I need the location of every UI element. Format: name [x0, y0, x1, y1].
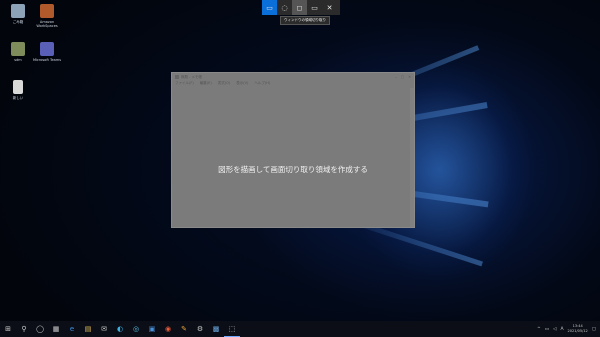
app-icon: ◉	[164, 325, 172, 333]
desktop-icon-recycle-bin[interactable]: ごみ箱	[3, 4, 33, 24]
folder-icon: ▤	[84, 325, 92, 333]
menu-edit[interactable]: 編集(E)	[200, 81, 212, 88]
freeform-snip-button[interactable]: ◌	[277, 0, 292, 15]
close-snip-button[interactable]: ✕	[322, 0, 337, 15]
taskbar-app[interactable]: ▩	[208, 321, 224, 337]
taskbar-search[interactable]: ⚲	[16, 321, 32, 337]
vertical-scrollbar[interactable]	[410, 88, 414, 227]
clock-date: 2021/05/12	[567, 329, 588, 333]
document-icon	[13, 80, 23, 94]
pen-icon: ✎	[181, 325, 187, 333]
taskbar: ⊞ ⚲ ◯ ▦ e ▤ ✉ ◐ ◎ ▣ ◉ ✎ ⚙ ▩ ⬚ ^ ▭ ◁ A 13…	[0, 321, 600, 337]
taskbar-app[interactable]: ◐	[112, 321, 128, 337]
taskbar-app[interactable]: ◎	[128, 321, 144, 337]
window-title: 無題 - メモ帳	[181, 74, 202, 79]
volume-icon[interactable]: ◁	[553, 327, 556, 332]
network-icon[interactable]: ▭	[545, 327, 549, 332]
desktop-icon-microsoft-teams[interactable]: Microsoft Teams	[32, 42, 62, 62]
menu-format[interactable]: 書式(O)	[218, 81, 231, 88]
task-view-icon: ▦	[52, 325, 60, 333]
desktop-icon-new-file[interactable]: 新しい	[3, 80, 33, 100]
snip-instruction: 図形を描画して画面切り取り領域を作成する	[218, 165, 368, 174]
menu-help[interactable]: ヘルプ(H)	[254, 81, 270, 88]
window-menubar: ファイル(F) 編集(E) 書式(O) 表示(V) ヘルプ(H)	[172, 81, 414, 88]
ime-indicator[interactable]: A	[560, 327, 563, 332]
close-window-icon[interactable]: ✕	[408, 75, 411, 79]
app-icon	[11, 42, 25, 56]
fullscreen-icon: ▭	[311, 3, 318, 12]
freeform-icon: ◌	[281, 3, 288, 12]
taskbar-edge[interactable]: e	[64, 321, 80, 337]
app-icon: ▣	[148, 325, 156, 333]
window-titlebar: 無題 - メモ帳 – □ ✕	[172, 73, 414, 81]
windows-icon: ⊞	[5, 325, 11, 333]
menu-view[interactable]: 表示(V)	[236, 81, 248, 88]
close-icon: ✕	[326, 3, 333, 12]
search-icon: ⚲	[21, 325, 27, 333]
notification-icon[interactable]: ▢	[592, 327, 596, 332]
desktop-icon-sdm[interactable]: sdm	[3, 42, 33, 62]
app-icon: ▩	[212, 325, 220, 333]
workspaces-icon	[40, 4, 54, 18]
mail-icon: ✉	[101, 325, 107, 333]
app-icon: ◎	[132, 325, 140, 333]
window-icon: ◻	[296, 3, 303, 12]
fullscreen-snip-button[interactable]: ▭	[307, 0, 322, 15]
taskbar-app[interactable]: ◉	[160, 321, 176, 337]
maximize-icon[interactable]: □	[401, 75, 404, 79]
start-button[interactable]: ⊞	[0, 321, 16, 337]
taskbar-explorer[interactable]: ▤	[80, 321, 96, 337]
system-tray: ^ ▭ ◁ A 13:44 2021/05/12 ▢	[537, 324, 600, 334]
rectangle-icon: ▭	[266, 3, 273, 12]
app-icon: ◐	[116, 325, 124, 333]
taskbar-settings[interactable]: ⚙	[192, 321, 208, 337]
chevron-up-icon[interactable]: ^	[537, 327, 541, 332]
taskbar-cortana[interactable]: ◯	[32, 321, 48, 337]
taskbar-mail[interactable]: ✉	[96, 321, 112, 337]
notepad-icon	[175, 75, 179, 79]
teams-icon	[40, 42, 54, 56]
rectangle-snip-button[interactable]: ▭	[262, 0, 277, 15]
edge-icon: e	[69, 325, 75, 333]
menu-file[interactable]: ファイル(F)	[175, 81, 194, 88]
minimize-icon[interactable]: –	[395, 75, 397, 79]
clock[interactable]: 13:44 2021/05/12	[568, 324, 588, 334]
taskbar-app[interactable]: ✎	[176, 321, 192, 337]
taskbar-app[interactable]: ▣	[144, 321, 160, 337]
snip-target-window[interactable]: 無題 - メモ帳 – □ ✕ ファイル(F) 編集(E) 書式(O) 表示(V)…	[171, 72, 415, 228]
gear-icon: ⚙	[196, 325, 204, 333]
snip-tooltip: ウィンドウの領域切り取り	[280, 16, 330, 25]
cortana-icon: ◯	[36, 325, 44, 333]
window-snip-button[interactable]: ◻	[292, 0, 307, 15]
snip-toolbar: ▭ ◌ ◻ ▭ ✕	[262, 0, 340, 15]
snip-sketch-icon: ⬚	[228, 324, 236, 333]
recycle-bin-icon	[11, 4, 25, 18]
desktop-icon-amazon-workspaces[interactable]: Amazon WorkSpaces	[32, 4, 62, 28]
taskbar-snip-sketch[interactable]: ⬚	[224, 321, 240, 337]
taskbar-task-view[interactable]: ▦	[48, 321, 64, 337]
